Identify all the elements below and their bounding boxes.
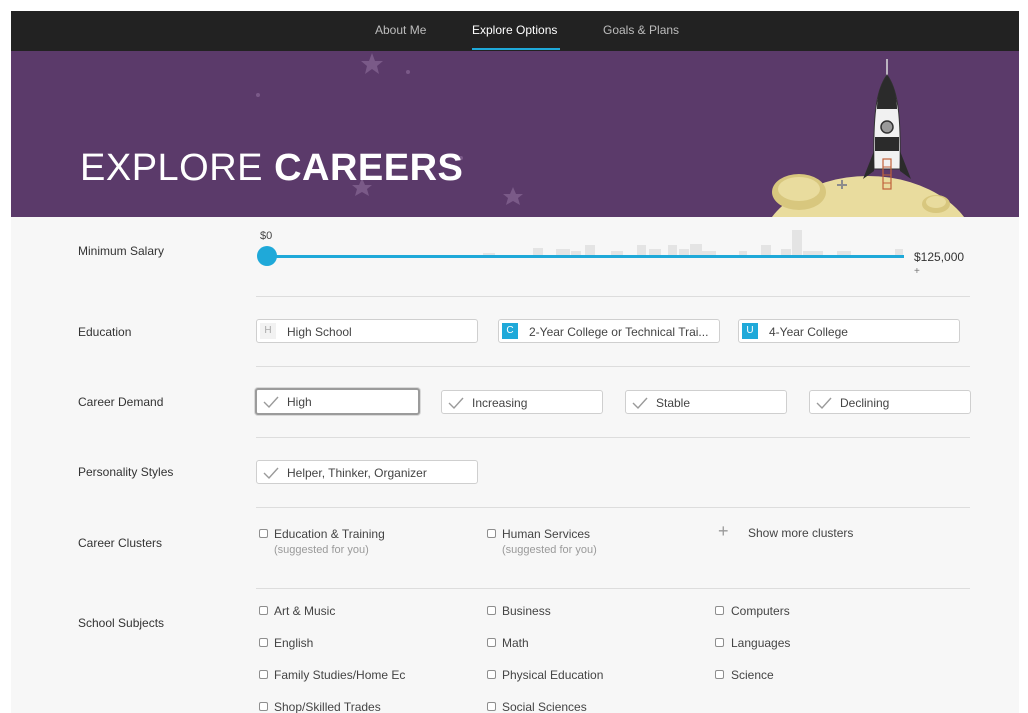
subject-english[interactable]: English	[274, 636, 313, 650]
page: About Me Explore Options Goals & Plans E…	[11, 11, 1019, 713]
subject-computers[interactable]: Computers	[731, 604, 790, 618]
checkbox[interactable]	[259, 638, 268, 647]
demand-option-stable[interactable]: Stable	[625, 390, 787, 414]
nav-active-indicator	[472, 48, 560, 50]
checkbox[interactable]	[487, 670, 496, 679]
career-demand-label: Career Demand	[78, 395, 164, 409]
checkbox[interactable]	[715, 638, 724, 647]
education-option-label: 2-Year College or Technical Trai...	[529, 325, 709, 339]
education-option-label: 4-Year College	[769, 325, 848, 339]
divider	[256, 588, 970, 589]
checkbox[interactable]	[487, 529, 496, 538]
salary-max-suffix: +	[914, 266, 920, 277]
salary-min-label: $0	[260, 230, 273, 242]
page-title-bold: CAREERS	[274, 147, 464, 189]
checkmark-icon	[263, 467, 279, 480]
salary-max-label: $125,000	[914, 250, 965, 264]
subject-science[interactable]: Science	[731, 668, 774, 682]
salary-label: Minimum Salary	[78, 244, 165, 258]
demand-option-label: Increasing	[472, 396, 528, 410]
page-title-light: EXPLORE	[80, 147, 264, 189]
career-clusters-label: Career Clusters	[78, 536, 163, 550]
education-letter-badge: H	[260, 323, 276, 339]
checkbox[interactable]	[487, 702, 496, 711]
divider	[256, 296, 970, 297]
divider	[256, 366, 970, 367]
checkbox[interactable]	[715, 670, 724, 679]
subject-business[interactable]: Business	[502, 604, 551, 618]
demand-option-declining[interactable]: Declining	[809, 390, 971, 414]
checkbox[interactable]	[259, 606, 268, 615]
nav-goals-plans[interactable]: Goals & Plans	[603, 23, 679, 37]
personality-styles-label: Personality Styles	[78, 465, 174, 479]
education-letter-badge: C	[502, 323, 518, 339]
divider	[256, 507, 970, 508]
plus-icon[interactable]: +	[718, 521, 729, 542]
top-nav: About Me Explore Options Goals & Plans	[11, 11, 1019, 51]
education-option-2-year-college[interactable]: C 2-Year College or Technical Trai...	[498, 319, 720, 343]
personality-styles-selector[interactable]: Helper, Thinker, Organizer	[256, 460, 478, 484]
education-option-high-school[interactable]: H High School	[256, 319, 478, 343]
education-option-4-year-college[interactable]: U 4-Year College	[738, 319, 960, 343]
hero-banner: EXPLORE CAREERS	[11, 51, 1019, 217]
checkmark-icon	[448, 397, 464, 410]
checkbox[interactable]	[259, 670, 268, 679]
divider	[256, 437, 970, 438]
cluster-suggested-note: (suggested for you)	[274, 544, 369, 556]
hero-illustration	[256, 53, 965, 217]
nav-about-me[interactable]: About Me	[375, 23, 426, 37]
rocket-icon	[863, 59, 911, 190]
nav-explore-options[interactable]: Explore Options	[472, 23, 557, 37]
salary-slider-handle[interactable]	[257, 246, 277, 266]
education-option-label: High School	[287, 325, 352, 339]
moon-icon	[771, 174, 965, 217]
subject-family-studies[interactable]: Family Studies/Home Ec	[274, 668, 405, 682]
show-more-clusters-link[interactable]: Show more clusters	[748, 526, 853, 540]
demand-option-high[interactable]: High	[255, 388, 420, 415]
cluster-human-services[interactable]: Human Services	[502, 527, 590, 541]
subject-physical-education[interactable]: Physical Education	[502, 668, 603, 682]
subject-art-music[interactable]: Art & Music	[274, 604, 335, 618]
school-subjects-label: School Subjects	[78, 616, 165, 630]
education-letter-badge: U	[742, 323, 758, 339]
demand-option-label: High	[287, 395, 312, 409]
demand-option-label: Stable	[656, 396, 691, 410]
subject-social-sciences[interactable]: Social Sciences	[502, 700, 587, 713]
subject-math[interactable]: Math	[502, 636, 529, 650]
checkbox[interactable]	[259, 529, 268, 538]
cluster-suggested-note: (suggested for you)	[502, 544, 597, 556]
checkbox[interactable]	[487, 606, 496, 615]
checkbox[interactable]	[487, 638, 496, 647]
salary-slider-track[interactable]	[267, 255, 904, 258]
subject-languages[interactable]: Languages	[731, 636, 790, 650]
demand-option-label: Declining	[840, 396, 890, 410]
checkmark-icon	[816, 397, 832, 410]
personality-styles-value: Helper, Thinker, Organizer	[287, 466, 427, 480]
demand-option-increasing[interactable]: Increasing	[441, 390, 603, 414]
education-label: Education	[78, 325, 132, 339]
page-title: EXPLORE CAREERS	[80, 147, 463, 190]
checkmark-icon	[263, 396, 279, 409]
subject-shop-skilled-trades[interactable]: Shop/Skilled Trades	[274, 700, 381, 713]
checkmark-icon	[632, 397, 648, 410]
checkbox[interactable]	[259, 702, 268, 711]
checkbox[interactable]	[715, 606, 724, 615]
cluster-education-training[interactable]: Education & Training	[274, 527, 385, 541]
